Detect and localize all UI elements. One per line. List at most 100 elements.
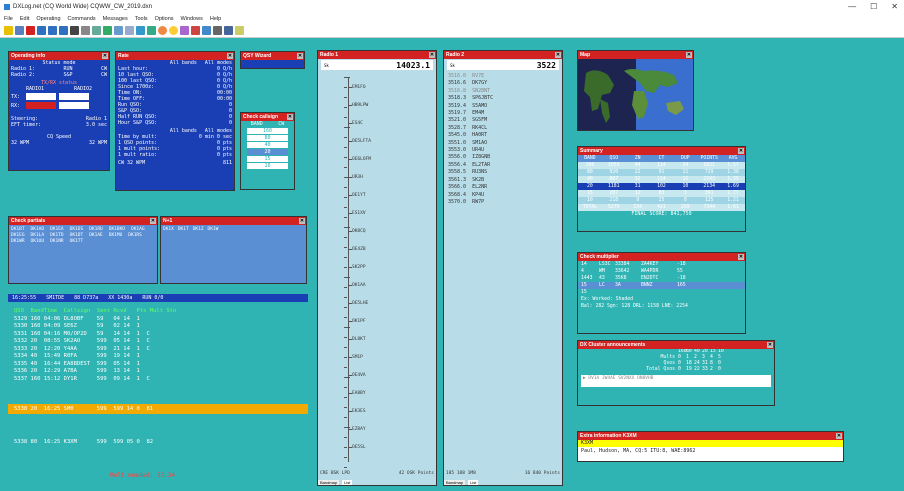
table-row[interactable]: 5335 40 16:44 EA8BDEST 599 05 14 1 bbox=[8, 361, 308, 369]
spot-list-item[interactable]: 3519.7 EM4M bbox=[448, 110, 558, 117]
bandmap-spot[interactable]: DL8KT bbox=[348, 337, 366, 342]
menu-options[interactable]: Options bbox=[155, 16, 174, 22]
bandmap-spot[interactable]: OE5SL bbox=[348, 445, 366, 450]
arrow-down-icon[interactable] bbox=[48, 26, 57, 35]
wave-icon[interactable] bbox=[114, 26, 123, 35]
minimize-icon[interactable]: — bbox=[848, 2, 856, 11]
mult-row[interactable]: 1443 43 35K8 EN2DTC -18 bbox=[578, 275, 745, 282]
mult-row[interactable]: 14 LS3C 33384 ZA4KEY -18 bbox=[578, 261, 745, 268]
table-row[interactable]: 5329 160 04:06 DL8OBF 59 04 14 1 bbox=[8, 316, 308, 324]
circle-icon[interactable] bbox=[158, 26, 167, 35]
partial-callsign[interactable]: DK1WR bbox=[11, 239, 25, 244]
spot-list-item[interactable]: 3551.0 SM1AO bbox=[448, 140, 558, 147]
table-row[interactable]: 5330 160 04:09 SE6Z 59 02 14 1 bbox=[8, 323, 308, 331]
list-icon[interactable] bbox=[81, 26, 90, 35]
world-map[interactable] bbox=[578, 59, 694, 131]
bandmap-spot[interactable]: SK2PP bbox=[348, 265, 366, 270]
bandmap-spot[interactable]: OK8CQ bbox=[348, 229, 366, 234]
radio1-bandmap[interactable]: EM1FO HB9LPW ES4C OE5LFTA OE6LOFM UR3H OE1YT ES… bbox=[318, 71, 436, 468]
bandmap-spot[interactable]: OE4VA bbox=[348, 373, 366, 378]
close-icon[interactable]: ✕ bbox=[287, 114, 293, 120]
bandmap-spot[interactable]: SM1P bbox=[348, 355, 363, 360]
spot-list-item[interactable]: 3570.0 RW7P bbox=[448, 199, 558, 206]
close-icon[interactable]: ✕ bbox=[738, 254, 744, 260]
partial-callsign[interactable]: OK1AG bbox=[131, 227, 145, 232]
partial-callsign[interactable]: DK1NR bbox=[50, 239, 64, 244]
bandmap-spot[interactable]: EK3ES bbox=[348, 409, 366, 414]
partial-callsign[interactable]: DK1RU bbox=[89, 227, 103, 232]
radio-icon[interactable] bbox=[191, 26, 200, 35]
spot-list-item[interactable]: 3519.4 S5AMO bbox=[448, 103, 558, 110]
radio2-spot-list[interactable]: 3516.0 RV7E 3516.6 DK7GY 3516.8 SN2BNT 3518… bbox=[444, 71, 562, 208]
spot-list-item[interactable]: 3528.7 RK4CL bbox=[448, 125, 558, 132]
mult-row[interactable]: 4 WM 33642 WA4PDR 55 bbox=[578, 268, 745, 275]
partial-callsign[interactable]: DK1AO bbox=[31, 227, 45, 232]
spot-list-item[interactable]: 3558.5 RU3NS bbox=[448, 169, 558, 176]
bandmap-spot[interactable]: OK1PF bbox=[348, 319, 366, 324]
n1-callsign[interactable]: DK1T bbox=[178, 227, 189, 232]
battery-icon[interactable] bbox=[235, 26, 244, 35]
tab-list[interactable]: List bbox=[342, 480, 353, 485]
bandmap-spot[interactable]: ES1XV bbox=[348, 211, 366, 216]
spot-list-item[interactable]: 3518.3 SP6JBTC bbox=[448, 95, 558, 102]
table-row[interactable]: 5337 160 15:12 DY1R 599 09 14 1 C bbox=[8, 376, 308, 384]
close-icon[interactable]: ✕ bbox=[227, 53, 233, 59]
n1-callsign[interactable]: DK1X bbox=[163, 227, 174, 232]
close-icon[interactable]: ✕ bbox=[150, 218, 156, 224]
network-icon[interactable] bbox=[202, 26, 211, 35]
close-icon[interactable]: ✕ bbox=[686, 52, 692, 58]
bandmap-spot[interactable]: EA8BY bbox=[348, 391, 366, 396]
partial-callsign[interactable]: DK1RS bbox=[128, 233, 142, 238]
chart-icon[interactable] bbox=[103, 26, 112, 35]
bandmap-spot[interactable]: OE6LOFM bbox=[348, 157, 371, 162]
table-row[interactable]: 5332 20 08:55 SK2AO 599 05 14 1 C bbox=[8, 338, 308, 346]
spot-list-item[interactable]: 3516.8 SN2BNT bbox=[448, 88, 558, 95]
band-row[interactable]: 160 bbox=[247, 128, 288, 134]
doc-icon[interactable] bbox=[15, 26, 24, 35]
menu-operating[interactable]: Operating bbox=[36, 16, 60, 22]
band-row[interactable]: 40 bbox=[247, 142, 288, 148]
band-row[interactable]: 15 bbox=[247, 156, 288, 162]
bandmap-spot[interactable]: HB9LPW bbox=[348, 103, 368, 108]
partial-callsign[interactable]: DK1DS bbox=[70, 227, 84, 232]
monitor-icon[interactable] bbox=[136, 26, 145, 35]
spot-list-item[interactable]: 3566.0 EL2NR bbox=[448, 184, 558, 191]
partial-callsign[interactable]: DK1BT bbox=[11, 227, 25, 232]
bandmap-spot[interactable]: OE5LHE bbox=[348, 301, 368, 306]
settings-icon[interactable] bbox=[125, 26, 134, 35]
menu-file[interactable]: File bbox=[4, 16, 13, 22]
arrow-up-icon[interactable] bbox=[37, 26, 46, 35]
n1-callsign[interactable]: DK1W bbox=[208, 227, 219, 232]
circle-icon[interactable] bbox=[169, 26, 178, 35]
monitor-icon[interactable] bbox=[224, 26, 233, 35]
spot-list-item[interactable]: 3516.6 DK7GY bbox=[448, 80, 558, 87]
bandmap-spot[interactable]: ES4C bbox=[348, 121, 363, 126]
menu-windows[interactable]: Windows bbox=[181, 16, 203, 22]
arrow-left-icon[interactable] bbox=[59, 26, 68, 35]
maximize-icon[interactable]: ☐ bbox=[870, 2, 877, 11]
close-icon[interactable]: ✕ bbox=[555, 52, 561, 58]
mult-row[interactable]: 15 LC 3A BNNZ 165 bbox=[578, 282, 745, 289]
menu-commands[interactable]: Commands bbox=[68, 16, 96, 22]
close-icon[interactable]: ✕ bbox=[891, 2, 898, 11]
menu-help[interactable]: Help bbox=[210, 16, 221, 22]
spot-list-item[interactable]: 3521.0 SG5FM bbox=[448, 117, 558, 124]
tab-list[interactable]: List bbox=[468, 480, 479, 485]
tab-bandmap[interactable]: Bandmap bbox=[318, 480, 340, 485]
partial-callsign[interactable]: DK1EG bbox=[11, 233, 25, 238]
close-icon[interactable]: ✕ bbox=[429, 52, 435, 58]
partial-callsign[interactable]: DK1AE bbox=[89, 233, 103, 238]
partial-callsign[interactable]: DK1LA bbox=[31, 233, 45, 238]
bars-icon[interactable] bbox=[213, 26, 222, 35]
partial-callsign[interactable]: DK1EA bbox=[50, 227, 64, 232]
spot-list-item[interactable]: 3561.3 SK2B bbox=[448, 177, 558, 184]
open-icon[interactable] bbox=[4, 26, 13, 35]
spot-list-item[interactable]: 3553.0 UR4U bbox=[448, 147, 558, 154]
table-row[interactable]: 5336 20 12:29 A7BA 599 13 14 1 bbox=[8, 368, 308, 376]
close-icon[interactable]: ✕ bbox=[299, 218, 305, 224]
band-row[interactable]: 10 bbox=[247, 163, 288, 169]
close-icon[interactable]: ✕ bbox=[836, 433, 842, 439]
partial-callsign[interactable]: DK1TD bbox=[50, 233, 64, 238]
close-icon[interactable]: ✕ bbox=[738, 148, 744, 154]
bandmap-spot[interactable]: OK1AA bbox=[348, 283, 366, 288]
